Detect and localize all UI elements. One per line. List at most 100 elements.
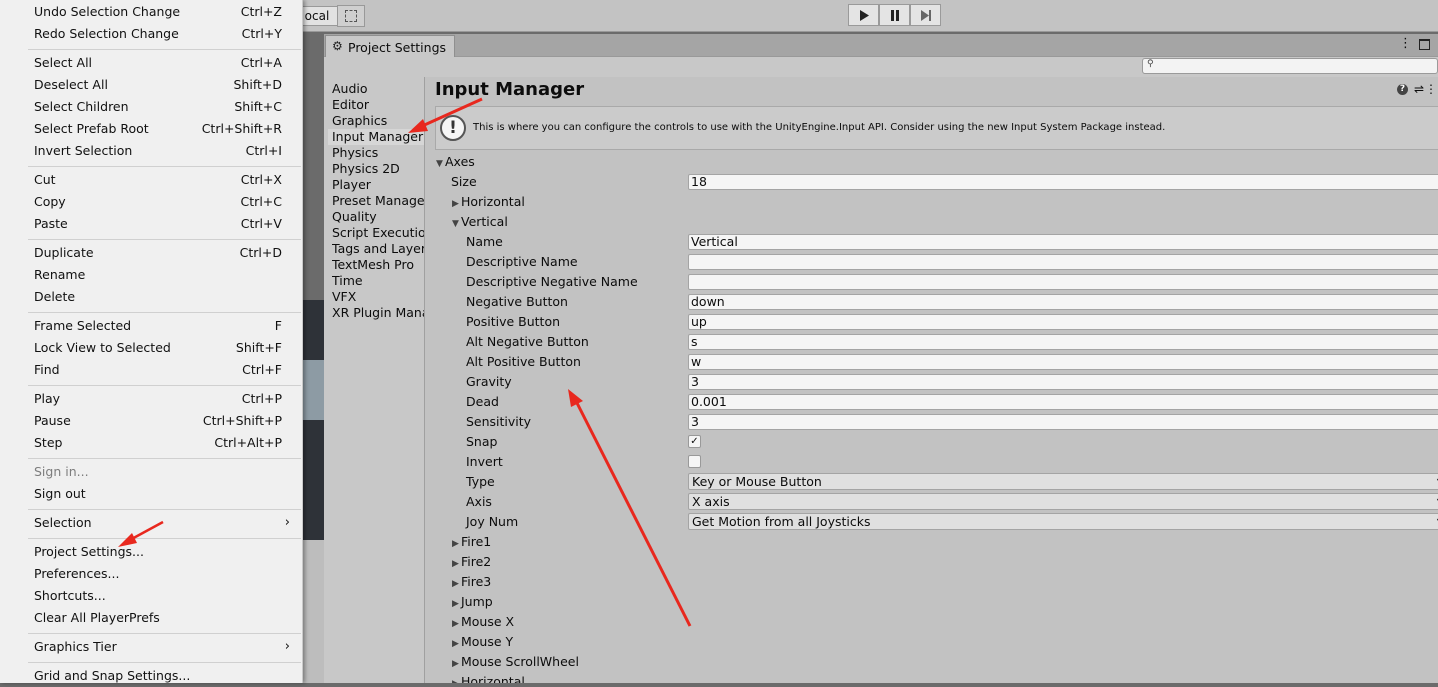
field-label: Descriptive Negative Name <box>466 274 638 289</box>
axis-foldout-fire2[interactable]: ▶ Fire2 <box>452 552 491 572</box>
axis-foldout-mouse-y[interactable]: ▶ Mouse Y <box>452 632 513 652</box>
dead-field[interactable]: 0.001 <box>688 394 1438 410</box>
field-label: Name <box>466 234 503 249</box>
axis-foldout-fire1[interactable]: ▶ Fire1 <box>452 532 491 552</box>
name-field[interactable]: Vertical <box>688 234 1438 250</box>
settings-sidebar: Audio Editor Graphics Input Manager Phys… <box>324 77 425 683</box>
menu-item-project-settings[interactable]: Project Settings... <box>30 541 286 563</box>
menu-item-select-children[interactable]: Select Children Shift+C <box>30 96 286 118</box>
axis-dropdown[interactable]: X axis▼ <box>688 493 1438 510</box>
menu-item-rename[interactable]: Rename <box>30 264 286 286</box>
menu-item-invert-selection[interactable]: Invert Selection Ctrl+I <box>30 140 286 162</box>
preset-icon[interactable]: ⇌ <box>1414 82 1424 96</box>
maximize-icon[interactable] <box>1419 39 1430 50</box>
horizontal-foldout[interactable]: ▶ Horizontal <box>452 192 525 212</box>
gear-icon: ⚙ <box>332 39 343 53</box>
menu-item-undo[interactable]: Undo Selection Change Ctrl+Z <box>30 1 286 23</box>
menu-item-copy[interactable]: Copy Ctrl+C <box>30 191 286 213</box>
grid-snap-button[interactable] <box>337 5 365 27</box>
triangle-down-icon: ▼ <box>452 219 459 229</box>
menu-item-step[interactable]: Step Ctrl+Alt+P <box>30 432 286 454</box>
menu-item-grid-snap-settings[interactable]: Grid and Snap Settings... <box>30 665 286 687</box>
menu-item-graphics-tier[interactable]: Graphics Tier › <box>30 636 290 658</box>
step-button[interactable] <box>910 4 941 26</box>
window-tab-bar: ⚙ Project Settings ⋮ <box>324 34 1438 58</box>
sidebar-item-audio[interactable]: Audio <box>332 81 424 97</box>
menu-item-frame-selected[interactable]: Frame Selected F <box>30 315 286 337</box>
play-icon <box>859 9 869 21</box>
menu-separator <box>28 458 301 459</box>
sidebar-item-script-execution[interactable]: Script Execution <box>332 225 424 241</box>
menu-separator <box>28 166 301 167</box>
joy-num-dropdown[interactable]: Get Motion from all Joysticks▼ <box>688 513 1438 530</box>
axis-foldout-mouse-scrollwheel[interactable]: ▶ Mouse ScrollWheel <box>452 652 579 672</box>
snap-checkbox[interactable]: ✓ <box>688 435 701 448</box>
size-field[interactable]: 18 <box>688 174 1438 190</box>
page-title: Input Manager <box>435 79 585 100</box>
invert-checkbox[interactable] <box>688 455 701 468</box>
pause-button[interactable] <box>879 4 910 26</box>
menu-item-preferences[interactable]: Preferences... <box>30 563 286 585</box>
sidebar-item-physics[interactable]: Physics <box>332 145 424 161</box>
field-label: Invert <box>466 454 503 469</box>
sidebar-item-player[interactable]: Player <box>332 177 424 193</box>
menu-item-select-prefab-root[interactable]: Select Prefab Root Ctrl+Shift+R <box>30 118 286 140</box>
negative-button-field[interactable]: down <box>688 294 1438 310</box>
info-icon: ! <box>440 115 466 141</box>
menu-item-shortcuts[interactable]: Shortcuts... <box>30 585 286 607</box>
menu-item-play[interactable]: Play Ctrl+P <box>30 388 286 410</box>
descriptive-negative-name-field[interactable] <box>688 274 1438 290</box>
sidebar-item-tags-and-layers[interactable]: Tags and Layers <box>332 241 424 257</box>
menu-item-delete[interactable]: Delete <box>30 286 286 308</box>
menu-item-redo[interactable]: Redo Selection Change Ctrl+Y <box>30 23 286 45</box>
sensitivity-field[interactable]: 3 <box>688 414 1438 430</box>
menu-item-paste[interactable]: Paste Ctrl+V <box>30 213 286 235</box>
sidebar-item-physics-2d[interactable]: Physics 2D <box>332 161 424 177</box>
alt-positive-button-field[interactable]: w <box>688 354 1438 370</box>
sidebar-item-time[interactable]: Time <box>332 273 424 289</box>
grid-icon <box>345 10 357 22</box>
kebab-menu-icon[interactable]: ⋮ <box>1399 36 1412 51</box>
field-label: Positive Button <box>466 314 561 329</box>
positive-button-field[interactable]: up <box>688 314 1438 330</box>
menu-item-lock-view[interactable]: Lock View to Selected Shift+F <box>30 337 286 359</box>
menu-item-selection[interactable]: Selection › <box>30 512 290 534</box>
menu-item-clear-playerprefs[interactable]: Clear All PlayerPrefs <box>30 607 286 629</box>
axis-foldout-fire3[interactable]: ▶ Fire3 <box>452 572 491 592</box>
alt-negative-button-field[interactable]: s <box>688 334 1438 350</box>
axis-foldout-mouse-x[interactable]: ▶ Mouse X <box>452 612 514 632</box>
axis-foldout-horizontal-2[interactable]: ▶Horizontal <box>452 672 525 683</box>
type-dropdown[interactable]: Key or Mouse Button▼ <box>688 473 1438 490</box>
sidebar-item-preset-manager[interactable]: Preset Manager <box>332 193 424 209</box>
menu-item-duplicate[interactable]: Duplicate Ctrl+D <box>30 242 286 264</box>
gravity-field[interactable]: 3 <box>688 374 1438 390</box>
help-icon[interactable]: ? <box>1397 84 1408 95</box>
sidebar-item-textmesh-pro[interactable]: TextMesh Pro <box>332 257 424 273</box>
settings-search-input[interactable]: ⚲ <box>1142 58 1438 74</box>
menu-item-cut[interactable]: Cut Ctrl+X <box>30 169 286 191</box>
play-button[interactable] <box>848 4 879 26</box>
field-label: Negative Button <box>466 294 568 309</box>
sidebar-item-quality[interactable]: Quality <box>332 209 424 225</box>
axes-foldout[interactable]: ▼ Axes <box>436 152 475 172</box>
descriptive-name-field[interactable] <box>688 254 1438 270</box>
sidebar-item-xr-plugin-management[interactable]: XR Plugin Manag <box>332 305 424 321</box>
field-label: Descriptive Name <box>466 254 578 269</box>
menu-item-pause[interactable]: Pause Ctrl+Shift+P <box>30 410 286 432</box>
kebab-menu-icon[interactable]: ⋮ <box>1425 82 1437 96</box>
menu-separator <box>28 662 301 663</box>
info-help-box: ! This is where you can configure the co… <box>435 106 1438 150</box>
sidebar-item-graphics[interactable]: Graphics <box>332 113 424 129</box>
sidebar-item-vfx[interactable]: VFX <box>332 289 424 305</box>
sidebar-item-editor[interactable]: Editor <box>332 97 424 113</box>
menu-item-sign-out[interactable]: Sign out <box>30 483 286 505</box>
axis-foldout-jump[interactable]: ▶ Jump <box>452 592 493 612</box>
triangle-right-icon: ▶ <box>452 579 459 589</box>
vertical-foldout[interactable]: ▼ Vertical <box>452 212 508 232</box>
play-controls <box>848 4 943 26</box>
menu-item-deselect-all[interactable]: Deselect All Shift+D <box>30 74 286 96</box>
tab-project-settings[interactable]: ⚙ Project Settings <box>325 35 455 58</box>
sidebar-item-input-manager[interactable]: Input Manager <box>328 129 424 145</box>
menu-item-find[interactable]: Find Ctrl+F <box>30 359 286 381</box>
menu-item-select-all[interactable]: Select All Ctrl+A <box>30 52 286 74</box>
